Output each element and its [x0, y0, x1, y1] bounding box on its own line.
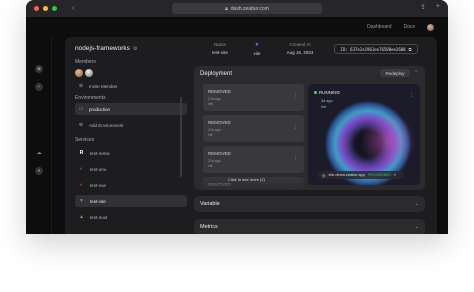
services-label: Services	[75, 137, 95, 143]
created-at-label: Created At	[289, 42, 311, 47]
framework-name: vite	[253, 51, 261, 56]
environment-icon: ▭	[78, 106, 84, 112]
service-item-test-vite[interactable]: ▼ test-vite	[75, 195, 187, 207]
project-sidebar: nodejs-frameworks ⚙︎ Members ⊕ Invite Me…	[65, 37, 190, 234]
variable-title: Variable	[200, 201, 220, 207]
lock-icon: 🔒︎	[225, 5, 228, 12]
new-tab-icon[interactable]: +	[436, 3, 440, 11]
remix-icon: R	[79, 150, 84, 156]
deployment-history-item[interactable]: REMOVED 21d ago init ⋮	[203, 84, 304, 111]
deployment-message: init	[208, 133, 213, 137]
domain-name: vite-demo.zeabur.app	[328, 173, 365, 177]
deployment-status: REMOVED	[208, 151, 231, 156]
share-icon[interactable]: ⇪	[420, 3, 426, 11]
vue-icon: ◐	[79, 182, 84, 188]
add-icon: ⊕	[78, 122, 84, 128]
cloud-icon[interactable]: ☁︎	[35, 149, 43, 157]
docs-link[interactable]: Docs	[404, 24, 415, 30]
created-at-value: Aug 16, 2023	[286, 50, 314, 55]
created-at-cell: Created At Aug 16, 2023	[280, 42, 320, 55]
browser-window: ‹ 🔒︎ dash.zeabur.com ⇪ + Dashboard Docs …	[26, 0, 448, 234]
members-label: Members	[75, 59, 96, 65]
name-label: Name	[213, 42, 226, 47]
chevron-down-icon: ⌄	[414, 224, 419, 230]
more-options-icon[interactable]: ⋮	[409, 92, 414, 98]
url-text: dash.zeabur.com	[230, 5, 269, 12]
user-avatar[interactable]	[427, 23, 434, 31]
deployment-card: Deployment Redeploy ⌃ REMOVED 21d ago in…	[194, 66, 425, 190]
service-item-test-nuxt[interactable]: ▲ test-nuxt	[75, 211, 187, 223]
settings-icon[interactable]: ⚙︎	[133, 46, 137, 52]
deployment-history-item[interactable]: REMOVED 21d ago init ⋮	[203, 115, 304, 142]
more-options-icon[interactable]: ⋮	[293, 124, 298, 130]
deployment-message: init	[208, 164, 213, 168]
dashboard-link[interactable]: Dashboard	[367, 24, 391, 30]
invite-member-button[interactable]: ⊕ Invite Member	[75, 80, 187, 92]
minimize-window-button[interactable]	[43, 6, 48, 11]
status-dot	[314, 91, 317, 94]
service-item-test-umi[interactable]: ◐ test-umi	[75, 163, 187, 175]
metrics-title: Metrics	[200, 224, 218, 230]
add-environment-button[interactable]: ⊕ Add Environment	[75, 119, 187, 131]
globe-icon: ◎	[322, 173, 326, 178]
close-window-button[interactable]	[34, 6, 39, 11]
redeploy-button[interactable]: Redeploy	[380, 69, 410, 77]
zeabur-logo-icon[interactable]: ◉	[35, 65, 43, 73]
member-avatar[interactable]	[75, 69, 83, 77]
side-rail: ◉ + ☁︎ ●	[26, 37, 52, 234]
close-icon[interactable]: ×	[394, 173, 396, 177]
chevron-up-icon[interactable]: ⌃	[414, 70, 418, 76]
chevron-down-icon: ⌄	[414, 201, 419, 207]
app-topbar: Dashboard Docs	[26, 17, 448, 37]
window-controls	[34, 6, 57, 11]
project-panel: nodejs-frameworks ⚙︎ Members ⊕ Invite Me…	[65, 37, 437, 234]
service-item-test-remix[interactable]: R test-remix	[75, 147, 187, 159]
service-name-cell: Name test-vite	[200, 42, 240, 55]
service-info: Name test-vite ▼ vite Created At Aug 16,…	[192, 37, 432, 63]
framework-cell: ▼ vite	[240, 42, 274, 56]
vite-icon: ▼	[79, 198, 84, 204]
deployment-preview-glow	[358, 116, 418, 166]
more-options-icon[interactable]: ⋮	[293, 155, 298, 161]
maximize-window-button[interactable]	[52, 6, 57, 11]
environments-label: Environments	[75, 95, 106, 101]
nuxt-icon: ▲	[79, 214, 84, 220]
service-name: test-vite	[212, 50, 228, 55]
add-user-icon: ⊕	[78, 83, 84, 89]
deployment-status: REMOVED	[208, 120, 231, 125]
variable-section[interactable]: Variable ⌄	[194, 196, 425, 212]
service-item-test-vue[interactable]: ◐ test-vue	[75, 179, 187, 191]
domain-pill[interactable]: ◎ vite-demo.zeabur.app PROVISIONED ×	[318, 171, 404, 179]
address-bar[interactable]: 🔒︎ dash.zeabur.com	[172, 3, 322, 14]
add-icon[interactable]: +	[35, 83, 43, 91]
see-more-link[interactable]: Click to see more (1)	[228, 177, 265, 182]
domain-status-badge: PROVISIONED	[367, 173, 391, 177]
deployment-history-item[interactable]: REMOVED 21d ago init ⋮	[203, 146, 304, 173]
copy-icon[interactable]: ⧉	[409, 47, 412, 52]
member-avatars	[75, 69, 93, 77]
running-message: init	[321, 105, 326, 109]
deployment-title: Deployment	[200, 71, 233, 77]
service-detail: Name test-vite ▼ vite Created At Aug 16,…	[192, 37, 437, 234]
chevron-left-icon[interactable]: ‹	[72, 5, 82, 12]
service-id-box[interactable]: ID: 637e2e1961ee76588ee2600 ⧉	[334, 44, 418, 54]
metrics-section[interactable]: Metrics ⌄	[194, 219, 425, 234]
vite-icon: ▼	[254, 42, 260, 48]
project-icon[interactable]: ●	[35, 167, 43, 175]
service-id: ID: 637e2e1961ee76588ee2600	[340, 46, 406, 52]
current-deployment-card[interactable]: RUNNING 3d ago init ⋮ ◎ vite-demo.zeabur…	[308, 84, 420, 185]
env-item-production[interactable]: ▭ production	[75, 103, 187, 115]
project-title: nodejs-frameworks ⚙︎	[75, 45, 138, 52]
browser-chrome: ‹ 🔒︎ dash.zeabur.com ⇪ +	[26, 0, 448, 17]
more-options-icon[interactable]: ⋮	[293, 93, 298, 99]
sidebar-scrollbar[interactable]	[180, 97, 182, 177]
umi-icon: ◐	[79, 166, 84, 172]
member-avatar[interactable]	[85, 69, 93, 77]
deployment-status: REMOVED	[208, 89, 231, 94]
deployment-message: init	[208, 102, 213, 106]
running-status: RUNNING	[314, 90, 340, 95]
